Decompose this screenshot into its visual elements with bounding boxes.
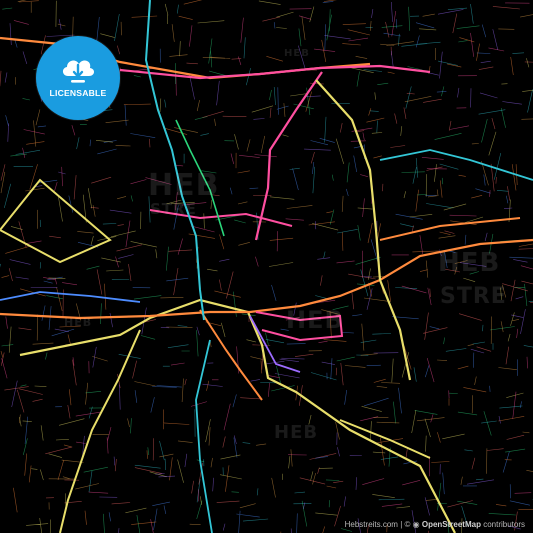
cloud-download-icon [62,60,95,83]
attribution-contributors: contributors [480,520,525,529]
major-road-pink-central [254,71,323,241]
badge-label: LICENSABLE [49,88,107,98]
major-road-yellow-west [0,178,112,264]
attribution: Hebstreits.com | © ◉ OpenStreetMap contr… [345,520,525,529]
osm-icon: ◉ [412,520,420,529]
site-link[interactable]: Hebstreits.com [345,520,398,529]
major-road-cyan-east [379,149,533,181]
major-road-yellow-sw [19,298,456,533]
osm-link[interactable]: OpenStreetMap [422,520,481,529]
major-road-blue-west [0,291,141,303]
major-road-pink-loop [255,311,344,342]
licensable-badge[interactable]: LICENSABLE [36,36,120,120]
attribution-separator: | © [397,520,413,529]
major-road-yellow-se [339,419,431,459]
major-road-yellow-ne [315,79,412,381]
major-road-pink-north [119,64,431,80]
map-canvas[interactable]: HEB STRE HEB HEB HEB HEB STRE HEB LICENS… [0,0,533,533]
